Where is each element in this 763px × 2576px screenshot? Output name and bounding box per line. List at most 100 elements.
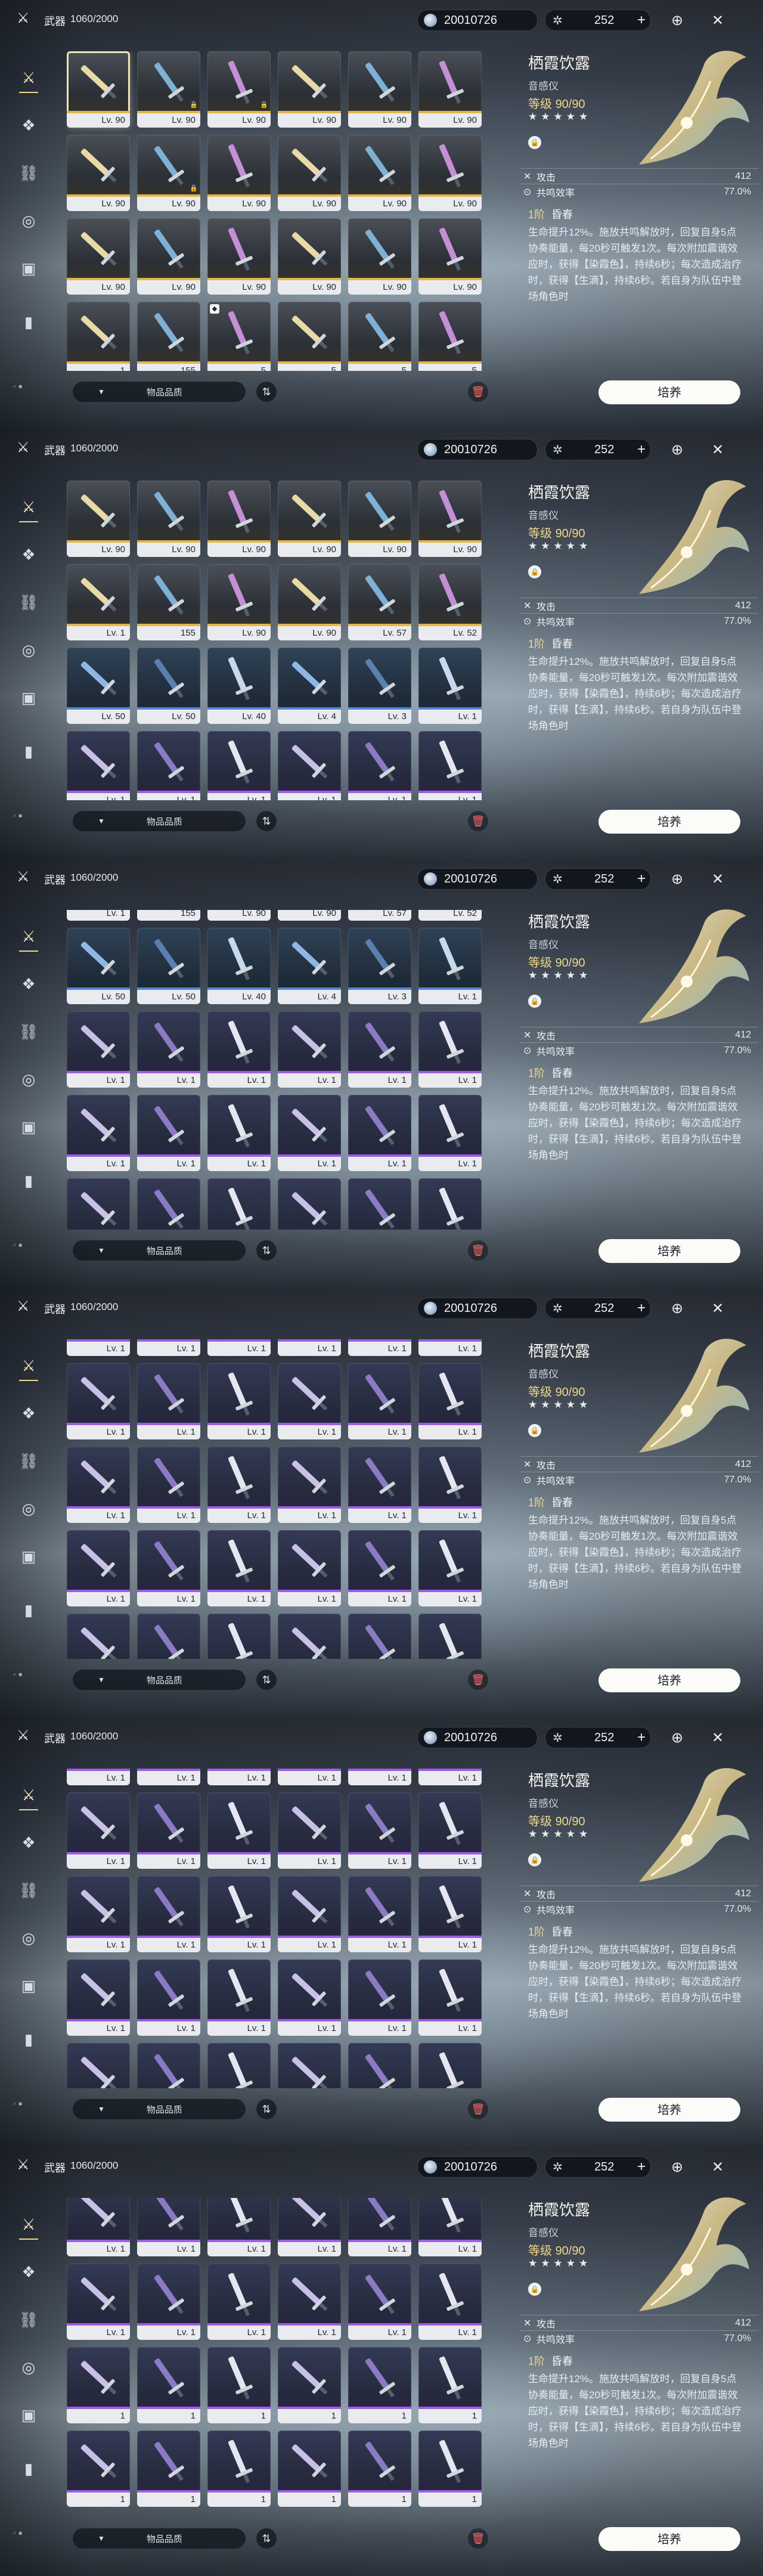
weapon-tile[interactable]: Lv. 1 xyxy=(418,1530,482,1606)
weapon-tile[interactable]: Lv. 1 xyxy=(137,1095,200,1171)
weapon-tile[interactable]: Lv. 1 xyxy=(278,1614,341,1659)
weapon-tile[interactable]: Lv. 40 xyxy=(207,928,271,1004)
target-icon[interactable]: ⊕ xyxy=(668,1728,687,1747)
quality-filter-dropdown[interactable]: ▼ 物品品质 xyxy=(73,2099,246,2119)
cultivate-button[interactable]: 培养 xyxy=(598,810,740,834)
weapon-tile[interactable]: Lv. 90 xyxy=(348,218,411,295)
weapon-tile[interactable]: Lv. 1 xyxy=(278,2264,341,2340)
sidebar-item-materials[interactable]: ⛓ xyxy=(17,1020,41,1044)
weapon-tile[interactable]: Lv. 1 xyxy=(348,1095,411,1171)
weapon-tile[interactable]: Lv. 90 xyxy=(67,481,130,557)
weapon-tile[interactable]: 1 xyxy=(418,2043,482,2088)
weapon-tile[interactable]: Lv. 1 xyxy=(67,1876,130,1952)
weapon-tile[interactable]: Lv. 1 xyxy=(418,1011,482,1088)
weapon-tile[interactable]: Lv. 1 xyxy=(418,1614,482,1659)
sidebar-item-materials[interactable]: ⛓ xyxy=(17,1878,41,1902)
weapon-tile[interactable]: Lv. 1 xyxy=(278,1769,341,1785)
sidebar-item-quest-items[interactable]: ▮ xyxy=(17,1169,41,1193)
trash-icon[interactable]: 🗑 xyxy=(468,2528,488,2549)
weapon-tile[interactable]: Lv. 1 xyxy=(137,1876,200,1952)
lock-icon[interactable]: 🔒 xyxy=(528,565,541,578)
weapon-tile[interactable]: Lv. 57 xyxy=(348,910,411,921)
weapon-tile[interactable]: Lv. 1 xyxy=(67,2264,130,2340)
weapon-tile[interactable]: 1 xyxy=(207,2043,271,2088)
lock-icon[interactable]: 🔒 xyxy=(528,1424,541,1437)
weapon-tile[interactable]: Lv. 90 xyxy=(207,910,271,921)
weapon-tile[interactable]: 5 xyxy=(278,302,341,371)
sidebar-item-weapons[interactable]: ⚔ xyxy=(17,2212,41,2240)
close-icon[interactable]: ✕ xyxy=(708,869,727,888)
weapon-tile[interactable]: 🔒 Lv. 90 xyxy=(137,135,200,211)
quality-filter-dropdown[interactable]: ▼ 物品品质 xyxy=(73,1240,246,1261)
weapon-tile[interactable]: Lv. 1 xyxy=(207,1011,271,1088)
weapon-tile[interactable]: 🔒 Lv. 90 xyxy=(207,51,271,128)
weapon-tile[interactable]: Lv. 90 xyxy=(348,51,411,128)
weapon-tile[interactable]: Lv. 1 xyxy=(207,1178,271,1230)
weapon-tile[interactable]: Lv. 1 xyxy=(137,1769,200,1785)
weapon-tile[interactable]: Lv. 1 xyxy=(207,1447,271,1523)
weapon-tile[interactable]: Lv. 1 xyxy=(278,1876,341,1952)
target-icon[interactable]: ⊕ xyxy=(668,2157,687,2176)
weapon-tile[interactable]: Lv. 1 xyxy=(348,1530,411,1606)
weapon-tile[interactable]: Lv. 50 xyxy=(137,648,200,724)
weapon-tile[interactable]: Lv. 90 xyxy=(418,51,482,128)
weapon-tile[interactable]: Lv. 1 xyxy=(207,1876,271,1952)
weapon-tile[interactable]: Lv. 1 xyxy=(67,1792,130,1869)
weapon-tile[interactable]: Lv. 1 xyxy=(67,564,130,640)
quality-filter-dropdown[interactable]: ▼ 物品品质 xyxy=(73,2528,246,2549)
sidebar-item-echoes[interactable]: ❖ xyxy=(17,2260,41,2284)
sidebar-item-resources[interactable]: ◎ xyxy=(17,2355,41,2379)
sort-order-button[interactable]: ⇅ xyxy=(256,382,277,402)
weapon-tile[interactable]: Lv. 90 xyxy=(137,481,200,557)
close-icon[interactable]: ✕ xyxy=(708,11,727,30)
weapon-tile[interactable]: 1 xyxy=(207,2347,271,2423)
weapon-tile[interactable]: Lv. 1 xyxy=(207,1339,271,1356)
weapon-tile[interactable]: Lv. 1 xyxy=(67,1530,130,1606)
trash-icon[interactable]: 🗑 xyxy=(468,1240,488,1261)
weapon-tile[interactable]: Lv. 1 xyxy=(278,731,341,800)
weapon-tile[interactable]: Lv. 90 xyxy=(207,218,271,295)
weapon-tile[interactable]: Lv. 1 xyxy=(418,1339,482,1356)
weapon-tile[interactable]: Lv. 90 xyxy=(278,51,341,128)
weapon-tile[interactable]: Lv. 1 xyxy=(348,1876,411,1952)
weapon-tile[interactable]: Lv. 1 xyxy=(207,2198,271,2256)
weapon-tile[interactable]: Lv. 1 xyxy=(67,910,130,921)
weapon-tile[interactable]: Lv. 1 xyxy=(67,2198,130,2256)
lock-icon[interactable]: 🔒 xyxy=(528,1853,541,1866)
weapon-tile[interactable]: Lv. 1 xyxy=(207,1792,271,1869)
weapon-tile[interactable]: Lv. 3 xyxy=(348,928,411,1004)
weapon-tile[interactable]: Lv. 1 xyxy=(278,2198,341,2256)
sidebar-item-supplies[interactable]: ▣ xyxy=(17,256,41,280)
sidebar-item-echoes[interactable]: ❖ xyxy=(17,543,41,566)
add-currency-button[interactable]: + xyxy=(632,441,650,458)
weapon-tile[interactable]: Lv. 1 xyxy=(137,1959,200,2036)
sidebar-item-echoes[interactable]: ❖ xyxy=(17,1401,41,1425)
trash-icon[interactable]: 🗑 xyxy=(468,1670,488,1690)
weapon-tile[interactable]: Lv. 90 xyxy=(418,135,482,211)
trash-icon[interactable]: 🗑 xyxy=(468,811,488,831)
weapon-tile[interactable]: Lv. 1 xyxy=(278,1792,341,1869)
weapon-tile[interactable]: Lv. 57 xyxy=(348,564,411,640)
weapon-tile[interactable]: 1 xyxy=(348,2043,411,2088)
weapon-tile[interactable]: Lv. 90 xyxy=(67,51,130,128)
weapon-tile[interactable]: Lv. 1 xyxy=(278,1011,341,1088)
quality-filter-dropdown[interactable]: ▼ 物品品质 xyxy=(73,382,246,402)
weapon-tile[interactable]: ◆ 5 xyxy=(207,302,271,371)
weapon-tile[interactable]: 1 xyxy=(278,2043,341,2088)
sidebar-item-resources[interactable]: ◎ xyxy=(17,638,41,662)
sort-order-button[interactable]: ⇅ xyxy=(256,1240,277,1261)
weapon-tile[interactable]: Lv. 90 xyxy=(418,481,482,557)
weapon-tile[interactable]: Lv. 1 xyxy=(278,1959,341,2036)
cultivate-button[interactable]: 培养 xyxy=(598,2098,740,2122)
sidebar-item-supplies[interactable]: ▣ xyxy=(17,1974,41,1998)
target-icon[interactable]: ⊕ xyxy=(668,11,687,30)
weapon-tile[interactable]: 155 xyxy=(137,302,200,371)
sort-order-button[interactable]: ⇅ xyxy=(256,2528,277,2549)
add-currency-button[interactable]: + xyxy=(632,871,650,887)
sort-order-button[interactable]: ⇅ xyxy=(256,811,277,831)
lock-icon[interactable]: 🔒 xyxy=(528,2283,541,2296)
target-icon[interactable]: ⊕ xyxy=(668,869,687,888)
weapon-tile[interactable]: Lv. 1 xyxy=(137,1178,200,1230)
weapon-tile[interactable]: Lv. 90 xyxy=(137,218,200,295)
weapon-tile[interactable]: Lv. 90 xyxy=(278,910,341,921)
